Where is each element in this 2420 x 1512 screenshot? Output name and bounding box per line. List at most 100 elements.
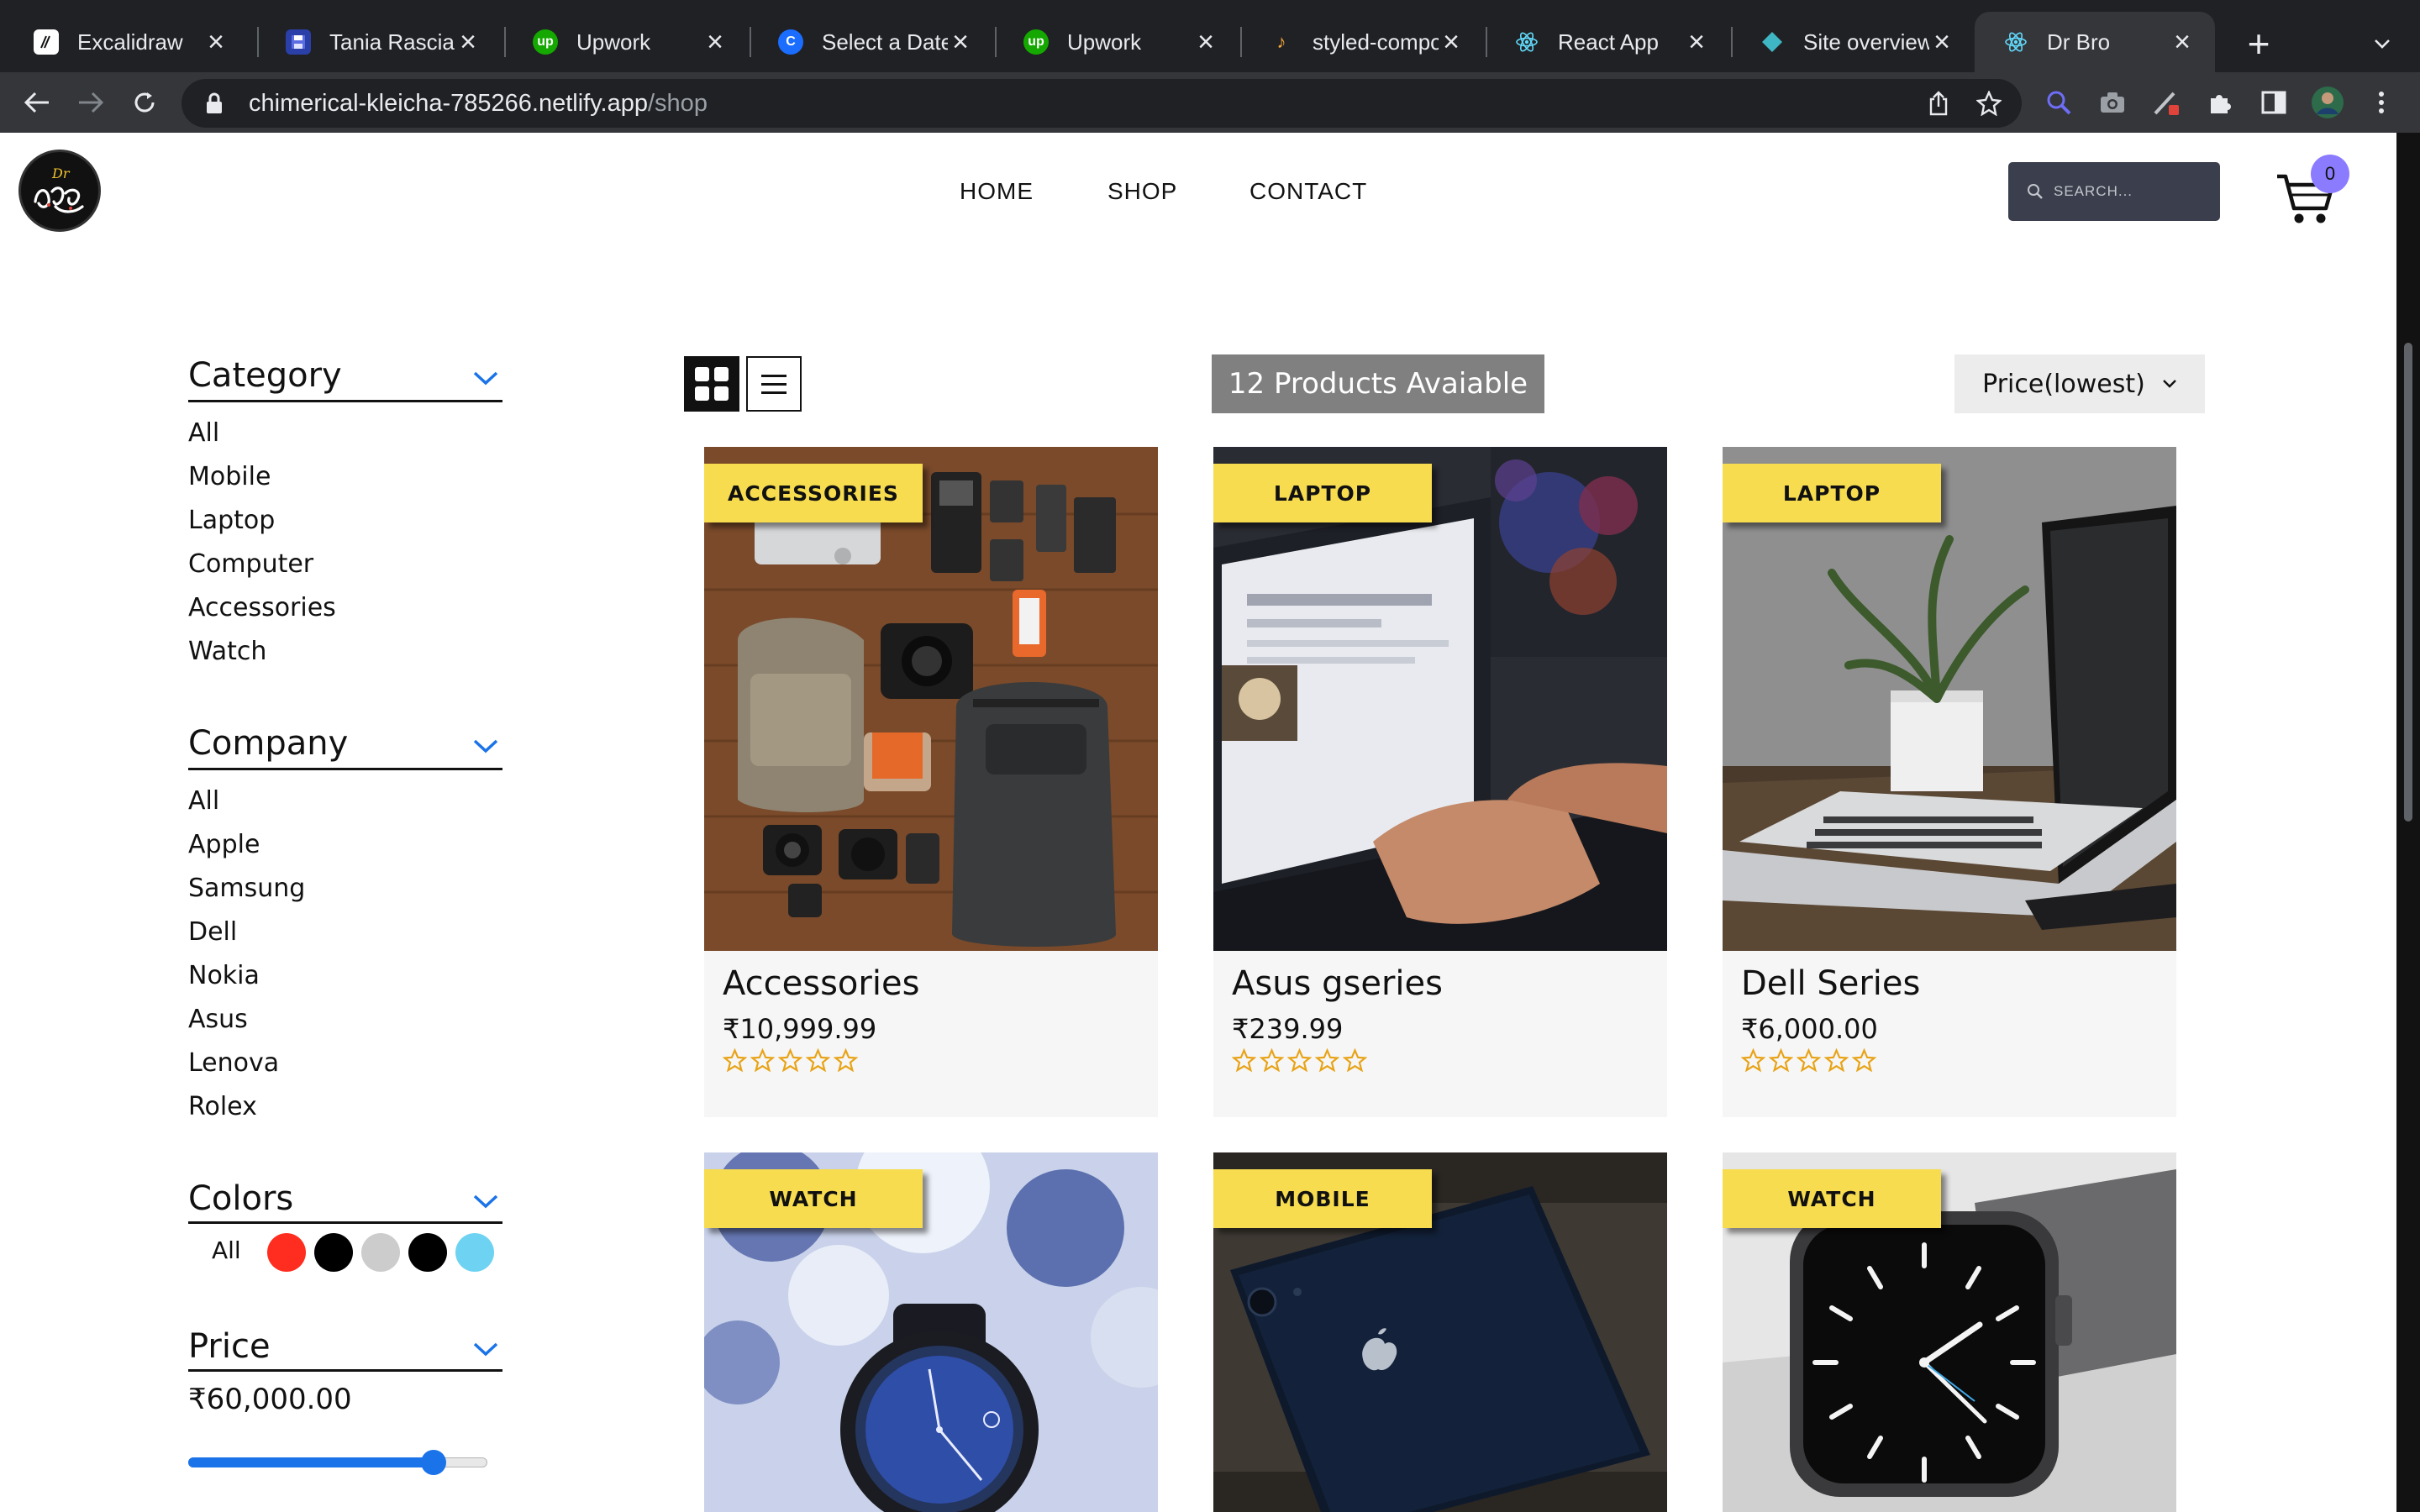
company-item-rolex[interactable]: Rolex — [188, 1092, 257, 1121]
browser-tab-dr-bro[interactable]: Dr Bro × — [1975, 12, 2215, 72]
product-image[interactable]: ACCESSORIES — [704, 447, 1158, 951]
filter-company-title[interactable]: Company — [188, 724, 348, 763]
product-card[interactable]: MOBILE — [1213, 1152, 1667, 1512]
product-name[interactable]: Dell Series — [1741, 964, 1920, 1003]
star-outline-icon — [1824, 1048, 1849, 1073]
product-category-badge: MOBILE — [1213, 1169, 1432, 1228]
grid-cell — [695, 386, 709, 401]
color-swatch-light-blue[interactable] — [455, 1233, 494, 1272]
browser-tab-tania-rascia[interactable]: Tania Rascia × — [257, 12, 501, 72]
tab-title: Dr Bro — [2047, 29, 2111, 55]
address-bar[interactable]: chimerical-kleicha-785266.netlify.app/sh… — [182, 79, 2022, 128]
product-name[interactable]: Accessories — [723, 964, 919, 1003]
category-item-watch[interactable]: Watch — [188, 637, 266, 666]
color-filter-all[interactable]: All — [212, 1236, 241, 1264]
nav-contact[interactable]: CONTACT — [1249, 178, 1367, 205]
product-card[interactable]: LAPTOP Dell Series ₹6,000.00 — [1723, 447, 2176, 1117]
page-scrollbar[interactable] — [2396, 133, 2420, 1512]
company-item-asus[interactable]: Asus — [188, 1005, 248, 1034]
close-icon[interactable]: × — [1193, 28, 1218, 56]
product-card[interactable]: LAPTOP Asus gseries ₹239.99 — [1213, 447, 1667, 1117]
new-tab-button[interactable]: + — [2235, 20, 2282, 67]
close-icon[interactable]: × — [702, 28, 728, 56]
chevron-down-icon[interactable] — [472, 370, 499, 386]
close-icon[interactable]: × — [948, 28, 973, 56]
browser-tab-site-overview[interactable]: Site overview ... × — [1731, 12, 1975, 72]
site-logo[interactable]: Dr — [18, 150, 101, 232]
site-search-box[interactable] — [2008, 162, 2220, 221]
list-view-button[interactable] — [746, 356, 802, 412]
close-icon[interactable]: × — [1684, 28, 1709, 56]
filter-category-title[interactable]: Category — [188, 356, 342, 395]
company-item-dell[interactable]: Dell — [188, 917, 237, 947]
nav-shop[interactable]: SHOP — [1107, 178, 1177, 205]
tab-search-button[interactable] — [2361, 25, 2403, 62]
share-icon[interactable] — [1921, 86, 1956, 121]
category-item-accessories[interactable]: Accessories — [188, 593, 336, 622]
slider-knob[interactable] — [420, 1450, 446, 1475]
forward-button[interactable] — [72, 84, 109, 121]
company-item-all[interactable]: All — [188, 786, 219, 816]
category-item-computer[interactable]: Computer — [188, 549, 313, 579]
company-item-samsung[interactable]: Samsung — [188, 874, 305, 903]
grid-view-button[interactable] — [684, 356, 739, 412]
color-swatch-black-2[interactable] — [408, 1233, 447, 1272]
product-card[interactable]: WATCH — [704, 1152, 1158, 1512]
chevron-down-icon[interactable] — [472, 738, 499, 754]
product-image[interactable]: LAPTOP — [1723, 447, 2176, 951]
tab-title: Upwork — [576, 29, 651, 55]
chevron-down-icon[interactable] — [472, 1193, 499, 1210]
product-image[interactable]: LAPTOP — [1213, 447, 1667, 951]
tab-title: Upwork — [1067, 29, 1142, 55]
browser-tab-styled-components[interactable]: ♪ styled-compo... × — [1240, 12, 1484, 72]
color-picker-extension-icon[interactable] — [2148, 84, 2185, 121]
search-input[interactable] — [2054, 183, 2205, 200]
product-image[interactable]: WATCH — [704, 1152, 1158, 1512]
browser-tab-upwork[interactable]: up Upwork × — [504, 12, 748, 72]
side-panel-icon[interactable] — [2255, 84, 2292, 121]
close-icon[interactable]: × — [1439, 28, 1464, 56]
product-card[interactable]: ACCESSORIES Accessories ₹10,999.99 — [704, 447, 1158, 1117]
nav-home[interactable]: HOME — [960, 178, 1034, 205]
filter-price-title[interactable]: Price — [188, 1327, 271, 1366]
profile-avatar[interactable] — [2309, 84, 2346, 121]
reload-button[interactable] — [126, 84, 163, 121]
color-swatch-red[interactable] — [267, 1233, 306, 1272]
sort-select[interactable]: Price(lowest) — [1954, 354, 2205, 413]
extension-search-icon[interactable] — [2040, 84, 2077, 121]
product-image[interactable]: MOBILE — [1213, 1152, 1667, 1512]
close-icon[interactable]: × — [1929, 28, 1954, 56]
company-item-apple[interactable]: Apple — [188, 830, 260, 859]
product-category-badge: WATCH — [704, 1169, 923, 1228]
company-item-lenova[interactable]: Lenova — [188, 1048, 279, 1078]
browser-tab-excalidraw[interactable]: Excalidraw × — [5, 12, 249, 72]
chevron-down-icon[interactable] — [472, 1341, 499, 1357]
close-icon[interactable]: × — [2170, 28, 2195, 56]
browser-menu-icon[interactable] — [2363, 84, 2400, 121]
camera-icon[interactable] — [2094, 84, 2131, 121]
company-item-nokia[interactable]: Nokia — [188, 961, 260, 990]
product-name[interactable]: Asus gseries — [1232, 964, 1443, 1003]
accessories-photo — [704, 447, 1158, 951]
url-path: /shop — [648, 89, 708, 117]
scrollbar-thumb[interactable] — [2404, 343, 2412, 822]
category-item-laptop[interactable]: Laptop — [188, 506, 275, 535]
back-button[interactable] — [18, 84, 55, 121]
close-icon[interactable]: × — [203, 28, 229, 56]
extensions-puzzle-icon[interactable] — [2202, 84, 2238, 121]
filter-colors-title[interactable]: Colors — [188, 1179, 293, 1218]
bookmark-star-icon[interactable] — [1971, 86, 2007, 121]
browser-tab-react-app[interactable]: React App × — [1486, 12, 1729, 72]
color-swatch-black[interactable] — [314, 1233, 353, 1272]
close-icon[interactable]: × — [455, 28, 481, 56]
category-item-mobile[interactable]: Mobile — [188, 462, 271, 491]
browser-tab-select-a-date[interactable]: C Select a Date ... × — [750, 12, 993, 72]
product-image[interactable]: WATCH — [1723, 1152, 2176, 1512]
category-item-all[interactable]: All — [188, 418, 219, 448]
color-swatch-gray[interactable] — [361, 1233, 400, 1272]
product-card[interactable]: WATCH — [1723, 1152, 2176, 1512]
netlify-icon — [1760, 29, 1785, 55]
price-range-slider[interactable] — [188, 1450, 487, 1475]
browser-tab-upwork-2[interactable]: up Upwork × — [995, 12, 1239, 72]
star-outline-icon — [1343, 1048, 1367, 1073]
